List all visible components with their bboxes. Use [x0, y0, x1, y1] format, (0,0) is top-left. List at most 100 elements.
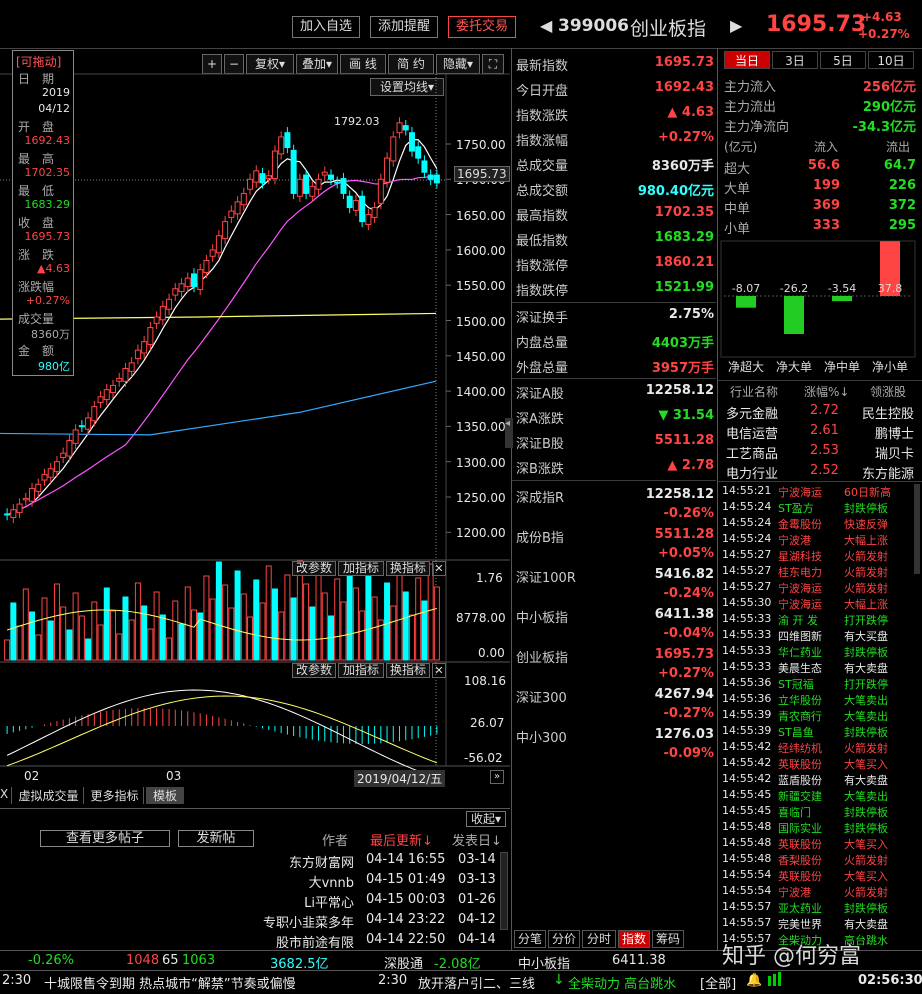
industry-row[interactable]: 电信运营 2.61 鹏博士 [724, 421, 916, 442]
add-alert-button[interactable]: 添加提醒 [370, 16, 438, 38]
more-posts-button[interactable]: 查看更多帖子 [40, 830, 170, 847]
forum-row[interactable]: 股市前途有限 04-14 22:50 04-14 [0, 930, 510, 951]
industry-row[interactable]: 工艺商品 2.53 瑞贝卡 [724, 441, 916, 462]
alert-row[interactable]: 14:55:24 宁波港 大幅上涨 [720, 531, 916, 547]
news-ticker[interactable]: 2:30 十城限售令到期 热点城市“解禁”节奏或偏慢 2:30 放开落户引二、三… [0, 971, 922, 994]
bottom-tab-fenshi[interactable]: 分时 [582, 930, 616, 948]
bell-icon[interactable]: 🔔 [746, 973, 762, 988]
index-row[interactable]: 深成指R 12258.12 -0.26% [516, 484, 714, 524]
alert-row[interactable]: 14:55:24 金霉股份 快速反弹 [720, 515, 916, 531]
alert-row[interactable]: 14:55:21 宁波海运 60日新高 [720, 483, 916, 499]
flow-tab[interactable]: 3日 [772, 51, 818, 69]
alert-row[interactable]: 14:55:33 美晨生态 有大卖盘 [720, 659, 916, 675]
col-posted[interactable]: 发表日↓ [452, 830, 502, 849]
ticker-text-1[interactable]: 十城限售令到期 热点城市“解禁”节奏或偏慢 [44, 973, 296, 992]
col-author[interactable]: 作者 [322, 830, 348, 849]
subpanel-button[interactable]: 加指标 [338, 663, 384, 678]
prev-stock-icon[interactable]: ◀ [540, 16, 552, 36]
bottom-tab-chouma[interactable]: 筹码 [652, 930, 684, 948]
ticker-alert[interactable]: 全柴动力 高台跳水 [568, 973, 676, 992]
quote-label: 指数涨幅 [516, 134, 569, 149]
alert-row[interactable]: 14:55:42 英联股份 大笔买入 [720, 755, 916, 771]
tab-close[interactable]: X [0, 787, 12, 804]
alert-row[interactable]: 14:55:48 国际实业 封跌停板 [720, 819, 916, 835]
alert-row[interactable]: 14:55:27 宁波海运 火箭发射 [720, 579, 916, 595]
subpanel-button[interactable]: 改参数 [292, 663, 336, 678]
alert-stock: ST冠福 [778, 678, 814, 691]
alert-row[interactable]: 14:55:57 完美世界 有大卖盘 [720, 915, 916, 931]
alert-row[interactable]: 14:55:27 星湖科技 火箭发射 [720, 547, 916, 563]
bottom-tab-fenjia[interactable]: 分价 [548, 930, 580, 948]
subpanel-button[interactable]: 换指标 [386, 663, 430, 678]
alert-row[interactable]: 14:55:48 英联股份 大笔买入 [720, 835, 916, 851]
index-row[interactable]: 中小板指 6411.38 -0.04% [516, 604, 714, 644]
forum-row[interactable]: 大vnnb 04-15 01:49 03-13 [0, 870, 510, 891]
close-panel-icon[interactable]: ✕ [432, 663, 446, 678]
subpanel-button[interactable]: 加指标 [338, 561, 384, 576]
new-post-button[interactable]: 发新帖 [178, 830, 254, 847]
flow-row-out: 226 [888, 178, 916, 193]
alert-row[interactable]: 14:55:42 蓝盾股份 有大卖盘 [720, 771, 916, 787]
alert-row[interactable]: 14:55:54 宁波港 火箭发射 [720, 883, 916, 899]
index-row[interactable]: 深证100R 5416.82 -0.24% [516, 564, 714, 604]
ticker-text-2[interactable]: 放开落户引二、三线 [418, 973, 535, 992]
forum-row[interactable]: 专职小韭菜多年 04-14 23:22 04-12 [0, 910, 510, 931]
alert-row[interactable]: 14:55:54 英联股份 大笔买入 [720, 867, 916, 883]
forum-scrollbar[interactable] [500, 852, 508, 930]
alert-row[interactable]: 14:55:36 ST冠福 打开跌停 [720, 675, 916, 691]
alert-row[interactable]: 14:55:33 四维图新 有大买盘 [720, 627, 916, 643]
subpanel-button[interactable]: 换指标 [386, 561, 430, 576]
alert-stock: 宁波海运 [778, 486, 822, 499]
data-tooltip[interactable]: [可拖动] 日 期 2019 04/12 开 盘 1692.43 最 高 170… [12, 50, 74, 376]
flow-tab[interactable]: 10日 [868, 51, 914, 69]
tooltip-open: 1692.43 [24, 134, 71, 147]
index-row[interactable]: 创业板指 1695.73 +0.27% [516, 644, 714, 684]
next-stock-icon[interactable]: ▶ [730, 16, 742, 36]
tab-virtual-volume[interactable]: 虚拟成交量 [14, 787, 84, 804]
bottom-tab-index[interactable]: 指数 [618, 930, 650, 948]
alert-row[interactable]: 14:55:36 立华股份 大笔卖出 [720, 691, 916, 707]
industry-row[interactable]: 电力行业 2.52 东方能源 [724, 461, 916, 482]
alert-row[interactable]: 14:55:48 香梨股份 火箭发射 [720, 851, 916, 867]
industry-row[interactable]: 多元金融 2.72 民生控股 [724, 401, 916, 422]
scroll-right-icon[interactable]: » [490, 770, 504, 784]
alert-row[interactable]: 14:55:27 桂东电力 火箭发射 [720, 563, 916, 579]
alert-row[interactable]: 14:55:30 宁波海运 大幅上涨 [720, 595, 916, 611]
industry-pct-header[interactable]: 涨幅%↓ [804, 383, 849, 400]
index-row[interactable]: 成份B指 5511.28 +0.05% [516, 524, 714, 564]
alert-row[interactable]: 14:55:45 新疆交建 大笔卖出 [720, 787, 916, 803]
bottom-tab-fenbi[interactable]: 分笔 [514, 930, 546, 948]
alert-row[interactable]: 14:55:39 ST昌鱼 封跌停板 [720, 723, 916, 739]
trade-button[interactable]: 委托交易 [448, 16, 516, 38]
collapse-button[interactable]: 收起▾ [466, 811, 506, 827]
alert-row[interactable]: 14:55:24 ST盈方 封跌停板 [720, 499, 916, 515]
index-row[interactable]: 深证300 4267.94 -0.27% [516, 684, 714, 724]
tab-template[interactable]: 模板 [146, 787, 184, 804]
alerts-scrollbar[interactable] [914, 484, 920, 574]
tooltip-title[interactable]: [可拖动] [16, 53, 61, 70]
subpanel-button[interactable]: 改参数 [292, 561, 336, 576]
industry-name: 多元金融 [726, 407, 779, 422]
flow-main-label: 主力净流向 [724, 120, 790, 135]
alert-row[interactable]: 14:55:42 经纬纺机 火箭发射 [720, 739, 916, 755]
forum-row[interactable]: 东方财富网 04-14 16:55 03-14 [0, 850, 510, 871]
flow-tab[interactable]: 当日 [724, 51, 770, 69]
alert-row[interactable]: 14:55:45 喜临门 封跌停板 [720, 803, 916, 819]
add-watchlist-button[interactable]: 加入自选 [292, 16, 360, 38]
index-row[interactable]: 中小300 1276.03 -0.09% [516, 724, 714, 764]
industry-name-header[interactable]: 行业名称 [730, 383, 778, 400]
ticker-all[interactable]: [全部] [700, 973, 736, 992]
alert-row[interactable]: 14:55:39 青农商行 大笔卖出 [720, 707, 916, 723]
alert-row[interactable]: 14:55:33 华仁药业 封跌停板 [720, 643, 916, 659]
alert-row[interactable]: 14:55:57 亚太药业 封跌停板 [720, 899, 916, 915]
flow-tab[interactable]: 5日 [820, 51, 866, 69]
panel-collapse-handle[interactable]: ◂ [505, 418, 513, 448]
col-updated[interactable]: 最后更新↓ [370, 830, 433, 849]
tab-more-indicators[interactable]: 更多指标 [86, 787, 144, 804]
forum-row[interactable]: Li平常心 04-15 00:03 01-26 [0, 890, 510, 911]
alert-event: 火箭发射 [844, 742, 888, 755]
index-pct: -0.26% [663, 506, 715, 521]
industry-leader-header[interactable]: 领涨股 [870, 383, 906, 400]
alert-row[interactable]: 14:55:33 渝 开 发 打开跌停 [720, 611, 916, 627]
close-panel-icon[interactable]: ✕ [432, 561, 446, 576]
